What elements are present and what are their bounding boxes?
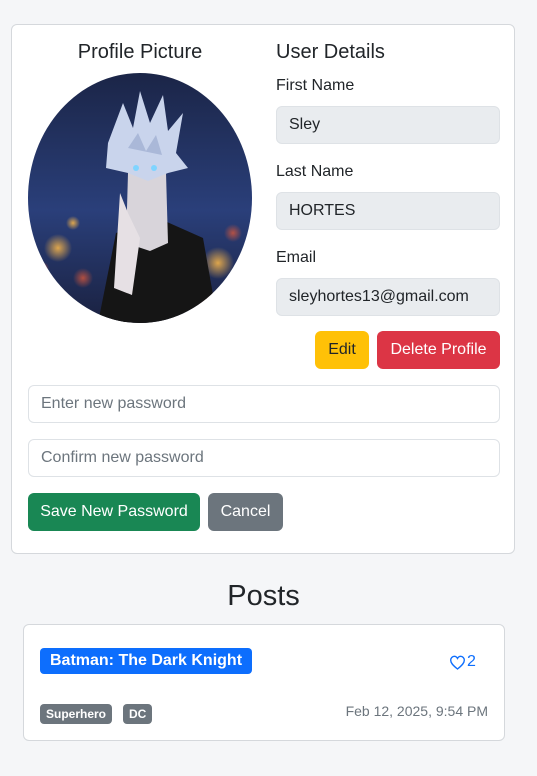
confirm-password-input[interactable]: [28, 439, 500, 477]
post-title[interactable]: Batman: The Dark Knight: [40, 648, 253, 674]
first-name-field: Sley: [276, 106, 500, 144]
post-card: Batman: The Dark Knight 2 Superhero DC F…: [23, 624, 505, 741]
posts-title: Posts: [227, 580, 300, 612]
email-label: Email: [276, 249, 317, 266]
tag-badge: Superhero: [40, 704, 113, 724]
first-name-label: First Name: [276, 77, 355, 94]
heart-icon: [449, 655, 466, 670]
save-password-button[interactable]: Save New Password: [28, 493, 200, 531]
profile-picture-title: Profile Picture: [77, 41, 203, 63]
new-password-input[interactable]: [28, 385, 500, 423]
edit-button[interactable]: Edit: [315, 331, 369, 369]
last-name-label: Last Name: [276, 163, 354, 180]
like-count: 2: [467, 653, 476, 670]
cancel-button[interactable]: Cancel: [208, 493, 283, 531]
profile-card: Profile Picture User Details First Name …: [11, 24, 515, 554]
profile-avatar: [28, 73, 252, 323]
user-details-title: User Details: [276, 41, 385, 63]
avatar-image: [28, 73, 252, 323]
like-button[interactable]: 2: [449, 653, 476, 671]
delete-profile-button[interactable]: Delete Profile: [377, 331, 500, 369]
tag-badge: DC: [123, 704, 153, 724]
email-field: sleyhortes13@gmail.com: [276, 278, 500, 316]
last-name-field: HORTES: [276, 192, 500, 230]
post-date: Feb 12, 2025, 9:54 PM: [345, 703, 488, 719]
